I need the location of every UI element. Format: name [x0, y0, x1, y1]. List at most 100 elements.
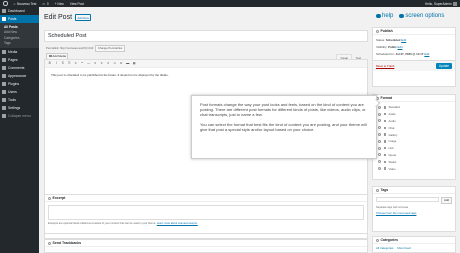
editor-toolbar: B I S ☰ ≡ ❝ — ≡ ≡ ≡ ∞ ⊘ ▬ ▦: [45, 60, 367, 68]
help-label: help: [382, 13, 394, 19]
format-option-quote[interactable]: Quote: [378, 152, 450, 159]
publish-title: Publish: [380, 29, 393, 33]
link-icon[interactable]: ∞: [113, 61, 117, 66]
horizontal-line-icon[interactable]: —: [87, 61, 91, 66]
strikethrough-icon[interactable]: S: [61, 61, 65, 66]
format-option-image[interactable]: Image: [378, 138, 450, 145]
sidebar-item-comments[interactable]: Comments: [0, 64, 39, 72]
format-option-gallery[interactable]: Gallery: [378, 131, 450, 138]
admin-sidebar: Dashboard Posts All Posts Add New Catego…: [0, 7, 39, 253]
format-option-label: Quote: [388, 152, 397, 157]
format-header[interactable]: Format: [373, 95, 455, 102]
status-format-icon: [383, 160, 386, 164]
collapse-menu-button[interactable]: Collapse menu: [0, 112, 39, 120]
tag-input[interactable]: [376, 197, 440, 202]
format-option-audio[interactable]: Audio: [378, 118, 450, 125]
screen-options-link[interactable]: screen options: [399, 13, 444, 19]
sidebar-item-appearance[interactable]: Appearance: [0, 72, 39, 80]
scheduled-value: Jul 27, 2030 @ 14:17: [395, 52, 424, 56]
post-format-tooltip: Post formats change the way your post lo…: [191, 95, 381, 159]
publish-details: Status: Scheduled Edit Visibility: Publi…: [373, 35, 455, 60]
quote-format-icon: [383, 153, 386, 157]
view-post-link[interactable]: View Post: [70, 2, 84, 6]
excerpt-help-link[interactable]: Learn more about manual excerpts.: [157, 222, 198, 225]
excerpt-textarea[interactable]: [48, 205, 364, 220]
format-option-link[interactable]: Link: [378, 145, 450, 152]
toolbar-toggle-icon[interactable]: ▦: [133, 61, 137, 66]
home-icon: ⌂: [13, 1, 16, 6]
tag-input-row: Add: [376, 197, 452, 204]
format-option-video[interactable]: Video: [378, 165, 450, 172]
tab-most-used[interactable]: Most Used: [397, 246, 410, 250]
tag-help: Separate tags with commas: [376, 205, 409, 209]
align-right-icon[interactable]: ≡: [107, 61, 111, 66]
numbered-list-icon[interactable]: ≡: [74, 61, 78, 66]
sidebar-item-pages[interactable]: Pages: [0, 56, 39, 64]
edit-schedule-link[interactable]: Edit: [424, 52, 429, 56]
read-more-icon[interactable]: ▬: [126, 61, 130, 66]
sidebar-item-settings[interactable]: Settings: [0, 104, 39, 112]
format-option-label: Aside: [388, 112, 396, 117]
format-option-aside[interactable]: Aside: [378, 111, 450, 118]
radio-button[interactable]: [378, 133, 381, 137]
choose-tags-link[interactable]: Choose from the most used tags: [376, 211, 452, 215]
wp-logo-menu[interactable]: [3, 1, 8, 6]
radio-button[interactable]: [378, 153, 381, 157]
page-title: Edit Post: [44, 14, 73, 21]
editor-content[interactable]: This post is scheduled to be published i…: [45, 68, 367, 82]
format-option-chat[interactable]: Chat: [378, 124, 450, 131]
italic-icon[interactable]: I: [55, 61, 59, 66]
tab-all-categories[interactable]: All Categories: [376, 246, 393, 250]
trackbacks-header[interactable]: Send Trackbacks: [45, 240, 367, 247]
unlink-icon[interactable]: ⊘: [120, 61, 124, 66]
comments-link[interactable]: ▭ 0: [42, 2, 48, 6]
move-to-trash-link[interactable]: Move to Trash: [376, 64, 394, 68]
format-option-status[interactable]: Status: [378, 158, 450, 165]
account-menu[interactable]: Hello, SuperAdmin: [425, 1, 457, 6]
help-link[interactable]: help: [376, 13, 393, 19]
format-option-standard[interactable]: Standard: [378, 104, 450, 111]
edit-status-link[interactable]: Edit: [401, 38, 406, 42]
excerpt-box: Excerpt Excerpts are optional hand-craft…: [44, 194, 368, 234]
sidebar-item-media[interactable]: Media: [0, 48, 39, 56]
radio-button[interactable]: [378, 105, 381, 109]
sidebar-item-dashboard[interactable]: Dashboard: [0, 7, 39, 15]
post-title-input[interactable]: Scheduled Post: [44, 30, 368, 42]
sidebar-item-posts[interactable]: Posts: [0, 15, 39, 23]
publish-header[interactable]: Publish: [373, 28, 455, 35]
radio-button[interactable]: [378, 119, 381, 123]
radio-button[interactable]: [378, 139, 381, 143]
sidebar-item-plugins[interactable]: Plugins: [0, 80, 39, 88]
align-center-icon[interactable]: ≡: [100, 61, 104, 66]
radio-button[interactable]: [378, 112, 381, 116]
radio-button[interactable]: [378, 126, 381, 130]
excerpt-header[interactable]: Excerpt: [45, 195, 367, 202]
aside-format-icon: [383, 112, 386, 116]
tags-header[interactable]: Tags: [373, 187, 455, 194]
sidebar-item-tools[interactable]: Tools: [0, 96, 39, 104]
status-row: Status: Scheduled Edit: [376, 37, 452, 44]
edit-visibility-link[interactable]: Edit: [398, 45, 403, 49]
site-name-link[interactable]: ⌂ Nouveau Test: [14, 2, 37, 6]
scheduled-label: Scheduled for:: [376, 52, 395, 56]
radio-button[interactable]: [378, 160, 381, 164]
bulleted-list-icon[interactable]: ☰: [68, 61, 72, 66]
toggle-icon: [376, 238, 379, 242]
sidebar-item-label: Comments: [8, 66, 25, 70]
categories-header[interactable]: Categories: [373, 237, 455, 244]
align-left-icon[interactable]: ≡: [94, 61, 98, 66]
sidebar-item-users[interactable]: Users: [0, 88, 39, 96]
status-value: Scheduled: [385, 38, 401, 42]
wordpress-icon: [3, 1, 8, 6]
sidebar-item-label: Plugins: [8, 82, 20, 86]
add-tag-button[interactable]: Add: [441, 197, 452, 204]
blockquote-icon[interactable]: ❝: [81, 61, 85, 66]
submenu-tags[interactable]: Tags: [0, 41, 39, 47]
image-format-icon: [383, 140, 386, 143]
add-new-button[interactable]: Add New: [75, 14, 92, 21]
radio-button[interactable]: [378, 146, 381, 150]
new-content-link[interactable]: + New: [55, 2, 64, 6]
bold-icon[interactable]: B: [48, 61, 52, 66]
update-button[interactable]: Update: [435, 62, 452, 70]
radio-button[interactable]: [378, 167, 381, 171]
